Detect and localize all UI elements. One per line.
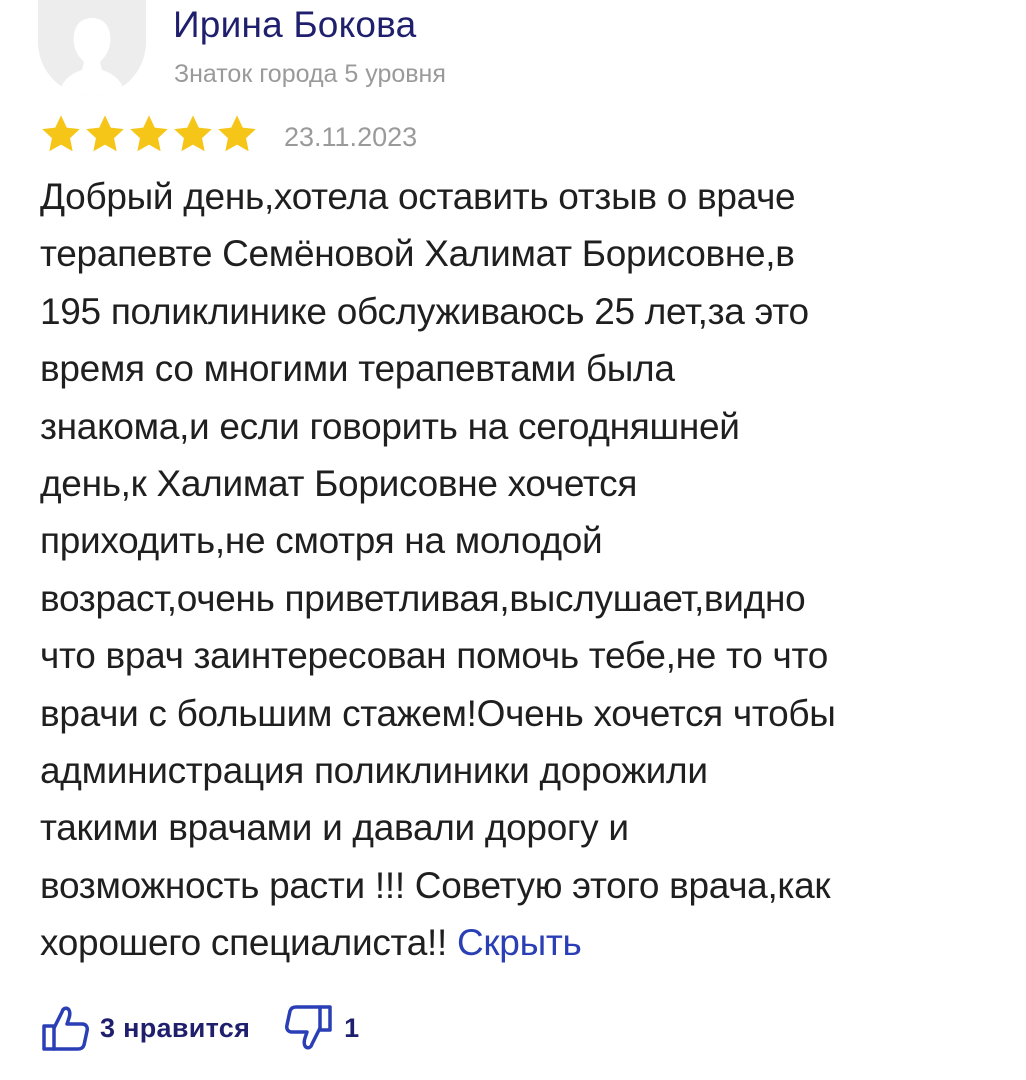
author-level: Знаток города 5 уровня — [174, 60, 446, 88]
star-icon — [130, 115, 168, 152]
star-icon — [218, 115, 256, 152]
review-text: Добрый день,хотела оставить отзыв о врач… — [40, 168, 1000, 972]
dislike-button[interactable]: 1 — [284, 1004, 359, 1052]
review-text-line: врачи с большим стажем!Очень хочется что… — [40, 692, 836, 734]
review-text-line: приходить,не смотря на молодой — [40, 520, 603, 562]
rating-stars — [40, 114, 258, 154]
avatar[interactable] — [38, 0, 146, 96]
review-text-line: 195 поликлинике обслуживаюсь 25 лет,за э… — [40, 290, 809, 332]
review-text-line: хорошего специалиста!! — [40, 922, 447, 964]
review-text-line: возраст,очень приветливая,выслушает,видн… — [40, 577, 806, 619]
review-text-line: что врач заинтересован помочь тебе,не то… — [40, 635, 828, 677]
review-text-line: такими врачами и давали дорогу и — [40, 807, 629, 849]
star-icon — [42, 115, 80, 152]
user-silhouette-icon — [58, 18, 126, 96]
review-text-line: Добрый день,хотела оставить отзыв о врач… — [40, 176, 796, 217]
review-text-last-line: хорошего специалиста!! Скрыть — [40, 914, 1000, 971]
review-text-line: администрация поликлиники дорожили — [40, 750, 708, 792]
review-text-line: возможность расти !!! Советую этого врач… — [40, 864, 831, 906]
review-reactions: 3 нравится 1 — [40, 1000, 359, 1056]
author-name[interactable]: Ирина Бокова — [173, 4, 416, 46]
review-card: Ирина Бокова Знаток города 5 уровня 23.1… — [0, 0, 1026, 1080]
thumbs-down-icon — [285, 1005, 332, 1050]
review-text-line: время со многими терапевтами была — [40, 348, 675, 390]
star-icon — [174, 115, 212, 152]
review-text-line: терапевте Семёновой Халимат Борисовне,в — [40, 233, 795, 275]
review-text-line: день,к Халимат Борисовне хочется — [40, 463, 638, 505]
review-date: 23.11.2023 — [284, 122, 418, 152]
dislike-count: 1 — [344, 1012, 360, 1043]
star-icon — [86, 115, 124, 152]
hide-review-link[interactable]: Скрыть — [457, 922, 582, 963]
review-text-line: знакома,и если говорить на сегодняшней — [40, 405, 740, 447]
thumbs-up-icon — [42, 1006, 89, 1051]
like-count-label: 3 нравится — [100, 1012, 251, 1043]
like-button[interactable]: 3 нравится — [40, 1004, 250, 1052]
